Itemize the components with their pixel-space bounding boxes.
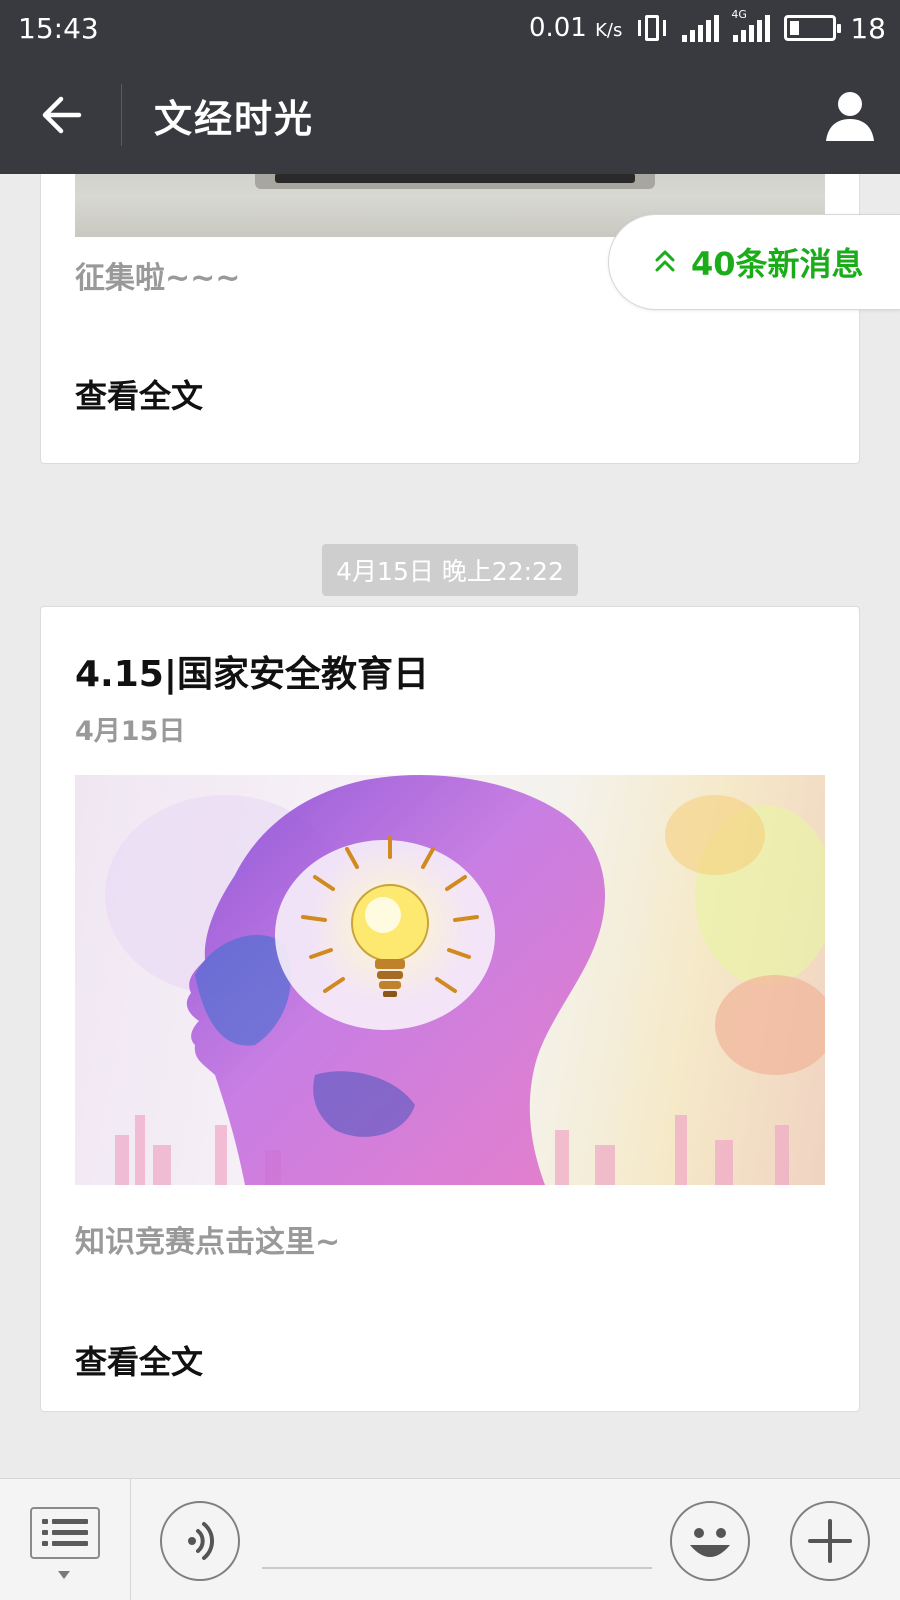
cover-image [75, 775, 825, 1185]
voice-icon [188, 1522, 215, 1560]
back-button[interactable] [0, 56, 122, 174]
battery-percent: 18 [850, 11, 886, 45]
net-speed-value: 0.01 [528, 13, 587, 43]
profile-button[interactable] [800, 56, 900, 174]
emoji-button[interactable] [670, 1501, 750, 1581]
status-time: 15:43 [18, 11, 99, 45]
list-menu-icon [42, 1519, 88, 1546]
plus-icon [808, 1519, 852, 1563]
back-arrow-icon [42, 96, 82, 134]
read-more-link[interactable]: 查看全文 [75, 1337, 203, 1383]
article-title: 4.15|国家安全教育日 [75, 654, 429, 695]
menu-caret-icon [58, 1571, 70, 1579]
net-speed-unit: K/s [595, 20, 623, 41]
article-card[interactable]: 4.15|国家安全教育日 4月15日 知识竞赛点击这里~ 查看全文 [40, 606, 860, 1412]
double-chevron-up-icon [655, 250, 675, 272]
person-icon [826, 92, 874, 141]
vibrate-icon [636, 13, 668, 43]
header-bar: 文经时光 [0, 56, 900, 174]
new-messages-button[interactable]: 40条新消息 [608, 214, 900, 310]
read-more-link[interactable]: 查看全文 [75, 371, 203, 417]
signal-4g-icon: 4G [731, 8, 771, 42]
message-input[interactable] [262, 1509, 652, 1569]
emoji-icon [690, 1528, 730, 1557]
timestamp-row: 4月15日 晚上22:22 [0, 544, 900, 596]
battery-fill [790, 21, 799, 35]
menu-toggle-button[interactable] [30, 1507, 100, 1559]
voice-button[interactable] [160, 1501, 240, 1581]
bar-divider [130, 1479, 131, 1600]
card-summary: 征集啦~~~ [75, 261, 241, 296]
new-messages-label: 40条新消息 [691, 245, 864, 283]
article-date: 4月15日 [75, 716, 186, 747]
signal-icon [682, 14, 720, 42]
message-list: 征集啦~~~ 查看全文 40条新消息 4月15日 晚上22:22 4.15|国家… [0, 174, 900, 1478]
battery-icon [784, 15, 842, 41]
head-lightbulb-illustration [105, 775, 825, 1185]
network-type-label: 4G [731, 8, 747, 21]
message-timestamp: 4月15日 晚上22:22 [322, 544, 578, 596]
status-indicators: 0.01 K/s 4G 18 [529, 8, 886, 45]
bottom-input-bar [0, 1478, 900, 1600]
card-summary: 知识竞赛点击这里~ [75, 1225, 341, 1260]
net-speed: 0.01 K/s [529, 13, 622, 43]
status-bar: 15:43 0.01 K/s 4G 18 [0, 0, 900, 56]
more-options-button[interactable] [790, 1501, 870, 1581]
page-title: 文经时光 [154, 96, 315, 141]
